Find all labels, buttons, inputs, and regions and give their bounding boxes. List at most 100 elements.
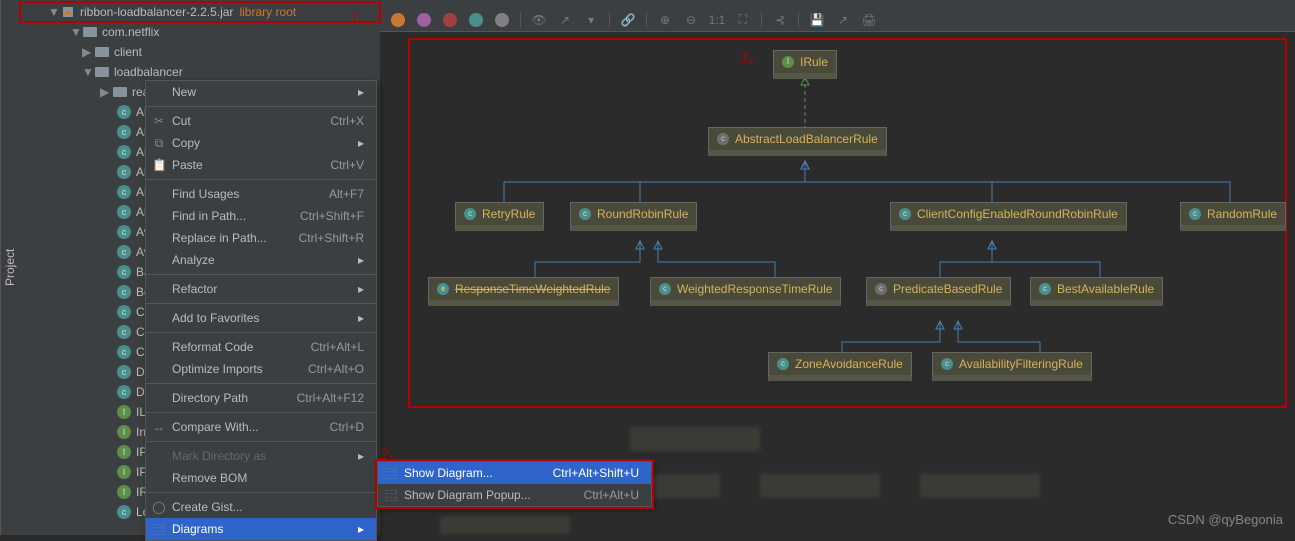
menu-separator [146, 332, 376, 333]
diagrams-submenu: ⿳Show Diagram...Ctrl+Alt+Shift+U ⿳Show D… [377, 461, 652, 507]
cut-icon: ✂ [152, 114, 166, 128]
menu-separator [146, 412, 376, 413]
node-random[interactable]: cRandomRule [1180, 202, 1286, 231]
tree-folder-row[interactable]: ▶ client [20, 42, 380, 62]
menu-separator [146, 383, 376, 384]
node-round[interactable]: cRoundRobinRule [570, 202, 697, 231]
copy-icon: ⧉ [152, 136, 166, 151]
method-icon[interactable] [442, 12, 458, 28]
filter-icon[interactable]: ▾ [583, 12, 599, 28]
property-icon[interactable] [468, 12, 484, 28]
tree-folder-label: client [114, 45, 142, 59]
node-resptime[interactable]: cResponseTimeWeightedRule [428, 277, 619, 306]
inner-icon[interactable] [494, 12, 510, 28]
submenu-arrow-icon: ▸ [358, 85, 364, 99]
github-icon: ◯ [152, 500, 166, 514]
expand-arrow-icon[interactable]: ▼ [82, 65, 92, 79]
node-avail[interactable]: cAvailabilityFilteringRule [932, 352, 1092, 381]
expand-arrow-icon[interactable]: ▼ [48, 5, 58, 19]
project-tool-tab[interactable]: Project [0, 0, 20, 535]
menu-separator [146, 441, 376, 442]
watermark: CSDN @qyBegonia [1168, 512, 1283, 527]
zoom-in-icon[interactable]: ⊕ [657, 12, 673, 28]
menu-show-diagram-popup[interactable]: ⿳Show Diagram Popup...Ctrl+Alt+U [378, 484, 651, 506]
menu-create-gist[interactable]: ◯Create Gist... [146, 496, 376, 518]
fit-content-icon[interactable]: ⛶ [735, 12, 751, 28]
annotation-1: 1、 [350, 4, 374, 28]
deps-icon[interactable]: ↗ [557, 12, 573, 28]
tree-folder-row[interactable]: ▼ loadbalancer [20, 62, 380, 82]
editor-main: 👁 ↗ ▾ 🔗 ⊕ ⊖ 1:1 ⛶ ⊰ 💾 ↗ 🖨 3、 [380, 0, 1295, 535]
expand-arrow-icon[interactable]: ▶ [100, 85, 110, 99]
paste-icon: 📋 [152, 158, 166, 172]
zoom-actual-icon[interactable]: 1:1 [709, 12, 725, 28]
folder-icon [82, 24, 98, 40]
node-weighted[interactable]: cWeightedResponseTimeRule [650, 277, 841, 306]
expand-arrow-icon[interactable]: ▼ [70, 25, 80, 39]
link-icon[interactable]: 🔗 [620, 12, 636, 28]
toolbar-separator [520, 12, 521, 28]
menu-find-usages[interactable]: Find UsagesAlt+F7 [146, 183, 376, 205]
uml-diagram[interactable]: 3、 IIRule cAbstractLoadBalancerRu [380, 32, 1295, 535]
menu-separator [146, 274, 376, 275]
submenu-arrow-icon: ▸ [358, 253, 364, 267]
menu-find-in-path[interactable]: Find in Path...Ctrl+Shift+F [146, 205, 376, 227]
tree-folder-label: loadbalancer [114, 65, 183, 79]
expand-arrow-icon[interactable]: ▶ [82, 45, 92, 59]
menu-diagrams[interactable]: ⿳Diagrams▸ [146, 518, 376, 540]
menu-reformat[interactable]: Reformat CodeCtrl+Alt+L [146, 336, 376, 358]
constructor-icon[interactable] [416, 12, 432, 28]
menu-mark-dir: Mark Directory as▸ [146, 445, 376, 467]
submenu-arrow-icon: ▸ [358, 449, 364, 463]
menu-paste[interactable]: 📋PasteCtrl+V [146, 154, 376, 176]
diagram-toolbar: 👁 ↗ ▾ 🔗 ⊕ ⊖ 1:1 ⛶ ⊰ 💾 ↗ 🖨 [380, 8, 1295, 32]
diagram-icon: ⿳ [384, 487, 398, 504]
menu-copy[interactable]: ⧉Copy▸ [146, 132, 376, 154]
folder-icon [112, 84, 128, 100]
annotation-3: 3、 [740, 44, 764, 68]
node-predicate[interactable]: cPredicateBasedRule [866, 277, 1011, 306]
menu-add-favorites[interactable]: Add to Favorites▸ [146, 307, 376, 329]
folder-icon [94, 64, 110, 80]
tree-pkg-label: com.netflix [102, 25, 159, 39]
tree-jar-label: ribbon-loadbalancer-2.2.5.jar [80, 5, 233, 19]
menu-show-diagram[interactable]: ⿳Show Diagram...Ctrl+Alt+Shift+U [378, 462, 651, 484]
jar-icon [60, 4, 76, 20]
menu-refactor[interactable]: Refactor▸ [146, 278, 376, 300]
layout-icon[interactable]: ⊰ [772, 12, 788, 28]
diagram-icon: ⿳ [384, 465, 398, 482]
save-icon[interactable]: 💾 [809, 12, 825, 28]
menu-separator [146, 492, 376, 493]
context-menu: New▸ ✂CutCtrl+X ⧉Copy▸ 📋PasteCtrl+V Find… [145, 80, 377, 541]
field-icon[interactable] [390, 12, 406, 28]
export-icon[interactable]: ↗ [835, 12, 851, 28]
folder-icon [94, 44, 110, 60]
library-root-badge: library root [239, 5, 296, 19]
menu-optimize[interactable]: Optimize ImportsCtrl+Alt+O [146, 358, 376, 380]
toolbar-separator [761, 12, 762, 28]
editor-tabs[interactable] [380, 0, 1295, 8]
node-abstract[interactable]: cAbstractLoadBalancerRule [708, 127, 887, 156]
toolbar-separator [609, 12, 610, 28]
menu-new[interactable]: New▸ [146, 81, 376, 103]
menu-analyze[interactable]: Analyze▸ [146, 249, 376, 271]
submenu-arrow-icon: ▸ [358, 136, 364, 150]
menu-separator [146, 303, 376, 304]
node-irule[interactable]: IIRule [773, 50, 837, 79]
menu-dir-path[interactable]: Directory PathCtrl+Alt+F12 [146, 387, 376, 409]
tree-jar-row[interactable]: ▼ ribbon-loadbalancer-2.2.5.jar library … [20, 2, 380, 22]
node-ccerr[interactable]: cClientConfigEnabledRoundRobinRule [890, 202, 1127, 231]
node-retry[interactable]: cRetryRule [455, 202, 544, 231]
menu-remove-bom[interactable]: Remove BOM [146, 467, 376, 489]
node-best[interactable]: cBestAvailableRule [1030, 277, 1163, 306]
submenu-arrow-icon: ▸ [358, 311, 364, 325]
tree-pkg-row[interactable]: ▼ com.netflix [20, 22, 380, 42]
zoom-out-icon[interactable]: ⊖ [683, 12, 699, 28]
toolbar-separator [646, 12, 647, 28]
visibility-icon[interactable]: 👁 [531, 12, 547, 28]
menu-compare[interactable]: ↔Compare With...Ctrl+D [146, 416, 376, 438]
node-zone[interactable]: cZoneAvoidanceRule [768, 352, 912, 381]
print-icon[interactable]: 🖨 [861, 12, 877, 28]
menu-replace-in-path[interactable]: Replace in Path...Ctrl+Shift+R [146, 227, 376, 249]
menu-cut[interactable]: ✂CutCtrl+X [146, 110, 376, 132]
